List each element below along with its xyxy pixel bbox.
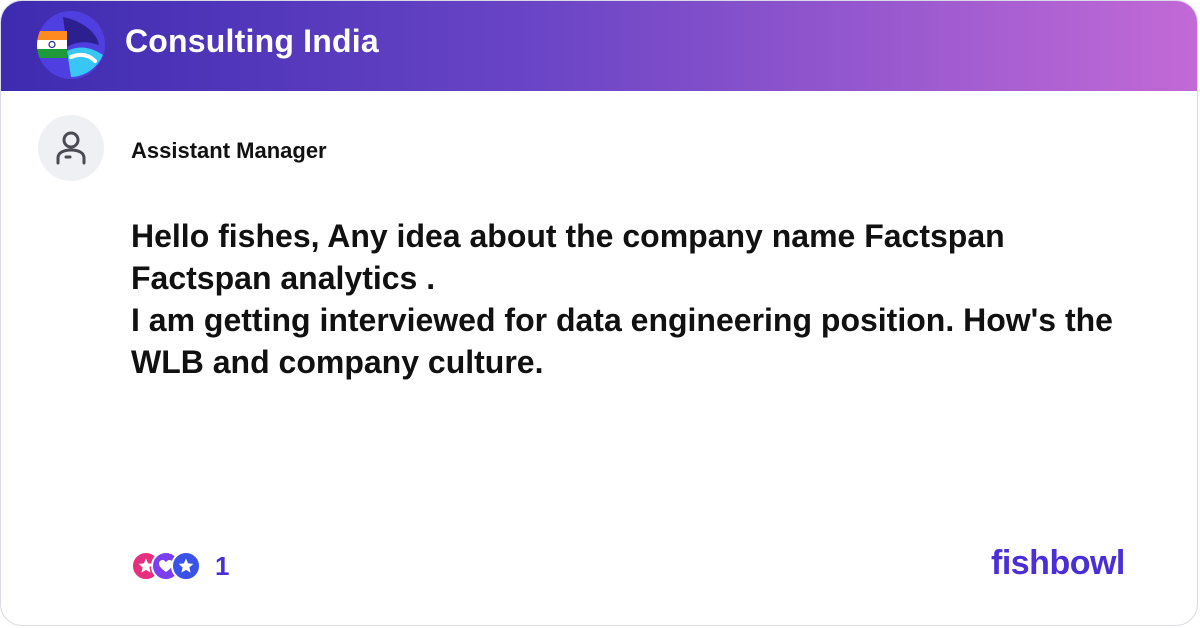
india-flag-globe-icon[interactable] bbox=[37, 11, 105, 79]
fishbowl-logo[interactable]: fishbowl bbox=[991, 544, 1125, 583]
avatar[interactable] bbox=[38, 115, 104, 181]
post-line: Factspan analytics . bbox=[131, 260, 436, 296]
user-icon bbox=[56, 131, 86, 165]
post-line: WLB and company culture. bbox=[131, 344, 544, 380]
author-title[interactable]: Assistant Manager bbox=[131, 138, 327, 164]
reaction-count: 1 bbox=[215, 550, 230, 581]
bowl-title[interactable]: Consulting India bbox=[125, 23, 379, 60]
post-line: I am getting interviewed for data engine… bbox=[131, 302, 1113, 338]
post-line: Hello fishes, Any idea about the company… bbox=[131, 218, 1005, 254]
post-card: Consulting India Assistant Manager Hello… bbox=[0, 0, 1198, 626]
bowl-header[interactable]: Consulting India bbox=[1, 1, 1197, 91]
post-body[interactable]: Hello fishes, Any idea about the company… bbox=[131, 215, 1171, 383]
star-reaction-icon bbox=[171, 551, 201, 581]
reactions-summary[interactable]: 1 bbox=[131, 549, 229, 583]
